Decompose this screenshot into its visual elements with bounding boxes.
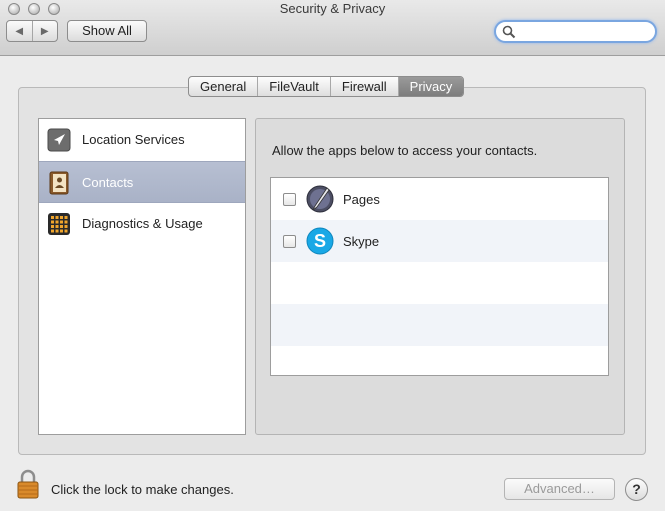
list-item-skype: S Skype [271,220,608,262]
skype-access-checkbox[interactable] [283,235,296,248]
contacts-book-icon [49,171,69,195]
advanced-button[interactable]: Advanced… [504,478,615,500]
search-icon [502,25,516,39]
sidebar-item-location-services[interactable]: Location Services [39,119,245,161]
sidebar-item-label: Diagnostics & Usage [82,216,203,231]
security-privacy-window: Security & Privacy ◀ ▶ Show All General … [0,0,665,511]
tab-general[interactable]: General [189,77,259,96]
forward-button[interactable]: ▶ [33,21,58,41]
sidebar-item-diagnostics-usage[interactable]: Diagnostics & Usage [39,203,245,245]
pages-access-checkbox[interactable] [283,193,296,206]
pages-pen-icon [306,185,334,213]
contacts-access-prompt: Allow the apps below to access your cont… [272,143,538,158]
list-item-pages: Pages [271,178,608,220]
tab-bar: General FileVault Firewall Privacy [188,76,465,97]
back-button[interactable]: ◀ [7,21,33,41]
forward-arrow-icon: ▶ [40,25,49,37]
app-name: Skype [343,234,380,249]
app-name: Pages [343,192,380,207]
tab-filevault[interactable]: FileVault [258,77,331,96]
sidebar-item-contacts[interactable]: Contacts [39,161,245,203]
toolbar: Security & Privacy ◀ ▶ Show All [0,0,665,56]
list-item-empty [271,304,608,346]
privacy-category-list: Location Services Contacts Diagnostics &… [38,118,246,435]
tab-privacy[interactable]: Privacy [398,77,464,96]
back-arrow-icon: ◀ [15,25,24,37]
list-item-empty [271,262,608,304]
app-access-list: Pages S Skype [270,177,609,376]
skype-icon: S [306,227,334,255]
search-input[interactable] [494,20,657,43]
help-button[interactable]: ? [625,478,648,501]
back-forward-control: ◀ ▶ [6,20,58,42]
show-all-button[interactable]: Show All [67,20,147,42]
svg-text:S: S [314,231,326,251]
tab-firewall[interactable]: Firewall [331,77,399,96]
window-title: Security & Privacy [279,1,386,16]
sidebar-item-label: Location Services [82,132,185,147]
lock-icon[interactable] [16,469,40,499]
diagnostics-grid-icon [48,213,70,235]
sidebar-item-label: Contacts [82,175,134,190]
lock-status-text: Click the lock to make changes. [51,482,234,497]
location-arrow-icon [47,128,71,152]
